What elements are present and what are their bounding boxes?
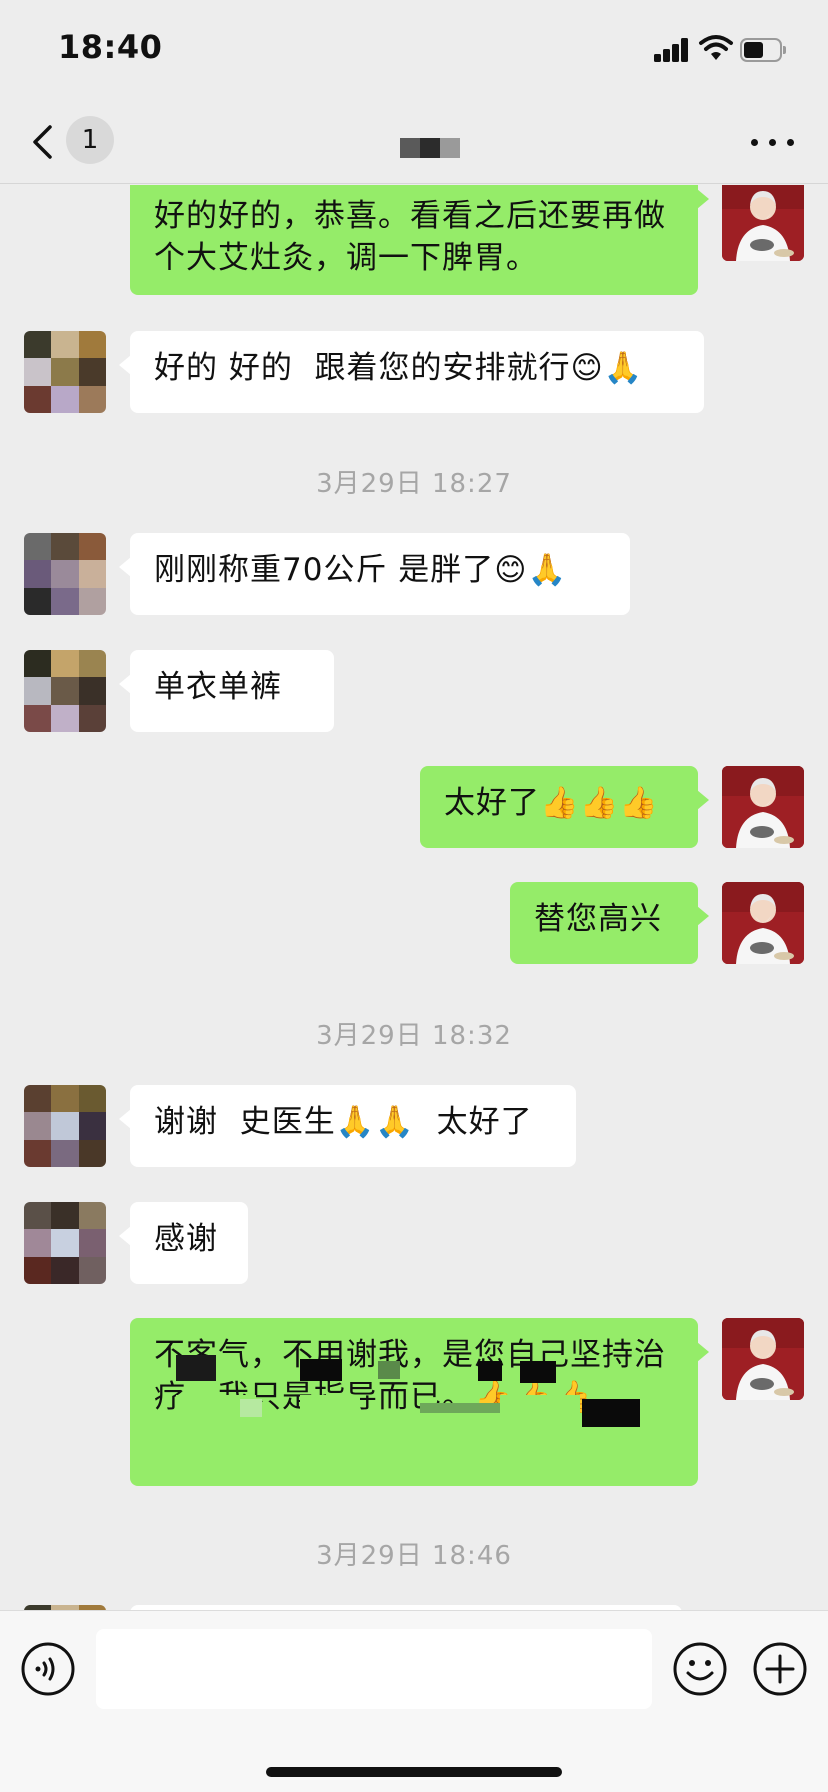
message-bubble-other[interactable]: 单衣单裤 [119,650,334,732]
doctor-portrait-icon [722,882,804,964]
doctor-portrait-icon [722,766,804,848]
message-bubble-other[interactable]: 谢谢 史医生🙏🙏 太好了 [119,1085,576,1167]
message-bubble-self[interactable]: 好的好的，恭喜。看看之后还要再做个大艾灶灸，调一下脾胃。 [130,185,709,295]
patient-avatar[interactable] [24,533,106,615]
patient-avatar[interactable] [24,650,106,732]
voice-icon [21,1642,75,1696]
chat-title-redacted [400,138,460,158]
redaction-block [520,1361,556,1383]
status-time: 18:40 [58,28,163,66]
message-input[interactable] [96,1629,652,1709]
patient-avatar[interactable] [24,1085,106,1167]
avatar-mosaic [24,533,106,615]
doctor-avatar[interactable] [722,185,804,261]
doctor-portrait-icon [722,185,804,261]
more-functions-button[interactable] [752,1641,808,1697]
battery-icon [740,38,786,62]
redaction-block [300,1395,360,1429]
wifi-icon [698,34,734,62]
emoji-button[interactable] [672,1641,728,1697]
message-timestamp: 3月29日 18:46 [316,1541,512,1571]
avatar-mosaic [24,650,106,732]
patient-avatar[interactable] [24,331,106,413]
doctor-portrait-icon [722,1318,804,1400]
unread-count-badge: 1 [66,116,114,164]
redaction-block [378,1361,400,1379]
patient-avatar[interactable] [24,1202,106,1284]
redaction-block [176,1355,216,1381]
cellular-signal-icon [654,38,690,62]
message-bubble-other[interactable]: 感谢 [119,1202,248,1284]
message-bubble-other[interactable]: 刚刚称重70公斤 是胖了😊🙏 [119,533,630,615]
message-bubble-self[interactable]: 太好了👍👍👍 [420,766,709,848]
nav-bar: 1 [0,100,828,184]
doctor-avatar[interactable] [722,882,804,964]
avatar-mosaic [24,1202,106,1284]
message-timestamp: 3月29日 18:27 [316,469,512,499]
redaction-block [240,1399,262,1417]
chat-message-list[interactable]: 好的好的，恭喜。看看之后还要再做个大艾灶灸，调一下脾胃。 好的 好的 跟着您的安… [0,185,828,1610]
home-indicator[interactable] [266,1767,562,1777]
message-timestamp: 3月29日 18:32 [316,1021,512,1051]
redaction-block [500,1395,580,1429]
message-bubble-other[interactable]: 好的 好的 跟着您的安排就行😊🙏 [119,331,704,413]
redaction-block [300,1359,342,1381]
avatar-mosaic [24,331,106,413]
voice-input-button[interactable] [20,1641,76,1697]
more-options-button[interactable] [748,122,798,162]
doctor-avatar[interactable] [722,766,804,848]
plus-icon [753,1642,807,1696]
back-button[interactable]: 1 [26,116,126,168]
avatar-mosaic [24,1085,106,1167]
chevron-left-icon [33,125,52,159]
redaction-block [420,1403,500,1413]
doctor-avatar[interactable] [722,1318,804,1400]
message-bubble-self[interactable]: 替您高兴 [510,882,709,964]
redaction-block [582,1399,640,1427]
emoji-icon [673,1642,727,1696]
redaction-block [478,1361,502,1381]
status-bar: 18:40 [0,0,828,100]
input-bar [0,1610,828,1792]
